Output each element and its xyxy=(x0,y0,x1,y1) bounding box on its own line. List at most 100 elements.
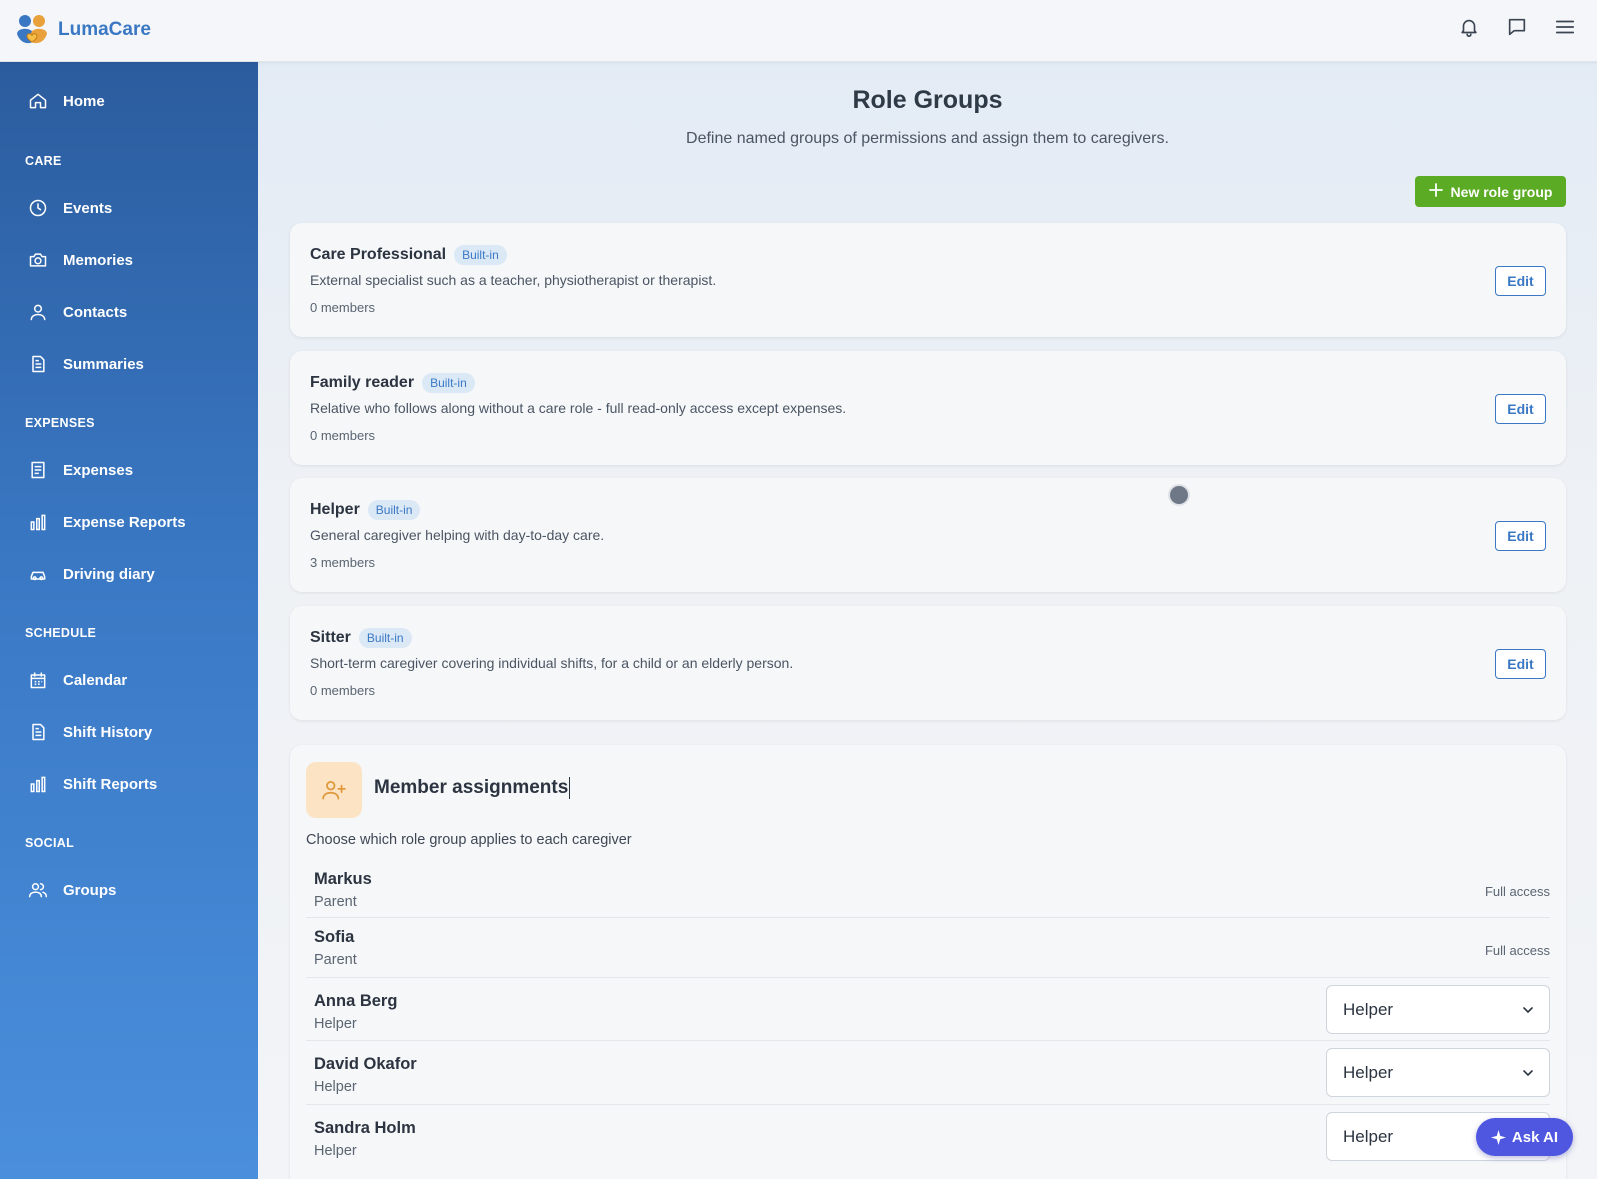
built-in-badge: Built-in xyxy=(358,628,412,648)
member-role: Helper xyxy=(314,1016,357,1032)
sidebar-item-label: Shift Reports xyxy=(63,775,158,793)
sidebar-item-label: Events xyxy=(63,199,113,217)
chat-icon[interactable] xyxy=(1505,15,1529,39)
sidebar-item-label: Shift History xyxy=(63,723,153,741)
edit-button[interactable]: Edit xyxy=(1495,266,1546,296)
sidebar-item-label: Expense Reports xyxy=(63,513,186,531)
page-title: Role Groups xyxy=(852,86,1003,114)
sidebar-item-label: Memories xyxy=(63,251,134,269)
sidebar-item-shift-history[interactable]: Shift History xyxy=(0,712,258,752)
member-assignments-title[interactable]: Member assignments xyxy=(374,777,571,799)
member-role: Helper xyxy=(314,1143,357,1159)
chevron-down-icon xyxy=(1523,1007,1533,1014)
ask-ai-button[interactable]: Ask AI xyxy=(1476,1118,1573,1156)
sidebar-item-label: Summaries xyxy=(63,355,144,373)
role-group-description: Short-term caregiver covering individual… xyxy=(310,655,794,671)
role-group-members: 0 members xyxy=(310,428,376,443)
role-group-select[interactable]: Helper xyxy=(1326,1048,1550,1097)
section-social: SOCIAL xyxy=(25,836,75,850)
users-icon xyxy=(27,879,49,901)
sidebar-item-summaries[interactable]: Summaries xyxy=(0,344,258,384)
sidebar-item-label: Calendar xyxy=(63,671,128,689)
sidebar-item-events[interactable]: Events xyxy=(0,188,258,228)
role-group-card: Care Professional Built-in External spec… xyxy=(290,223,1566,337)
built-in-badge: Built-in xyxy=(422,373,475,393)
sidebar-item-expense-reports[interactable]: Expense Reports xyxy=(0,502,258,542)
chevron-down-icon xyxy=(1523,1070,1533,1077)
sidebar-item-memories[interactable]: Memories xyxy=(0,240,258,280)
new-role-group-button[interactable]: New role group xyxy=(1415,176,1566,207)
sidebar-item-label: Groups xyxy=(63,881,117,899)
edit-button[interactable]: Edit xyxy=(1495,649,1546,679)
sidebar: Home CARE Events Memories Contacts Summa… xyxy=(0,62,258,1179)
role-group-members: 0 members xyxy=(310,683,376,698)
top-bar: LumaCare xyxy=(0,0,1597,62)
brand-name: LumaCare xyxy=(58,19,151,40)
calendar-icon xyxy=(27,669,49,691)
role-group-members: 3 members xyxy=(310,555,376,570)
receipt-icon xyxy=(27,459,49,481)
sidebar-item-contacts[interactable]: Contacts xyxy=(0,292,258,332)
bar-chart-icon xyxy=(27,511,49,533)
section-care: CARE xyxy=(25,154,62,168)
sidebar-item-home[interactable]: Home xyxy=(0,81,258,121)
role-group-card: Helper Built-in General caregiver helpin… xyxy=(290,478,1566,592)
brand[interactable]: LumaCare xyxy=(14,12,151,48)
member-assignments-subtitle: Choose which role group applies to each … xyxy=(306,832,632,848)
car-icon xyxy=(27,563,49,585)
member-name: David Okafor xyxy=(314,1055,417,1073)
logo-icon xyxy=(17,15,47,44)
sidebar-item-label: Home xyxy=(63,92,105,110)
role-group-name: Sitter xyxy=(310,629,351,646)
built-in-badge: Built-in xyxy=(367,500,421,520)
role-group-card: Family reader Built-in Relative who foll… xyxy=(290,351,1566,465)
user-plus-icon xyxy=(306,762,362,818)
member-row: Sandra Holm Helper Helper xyxy=(306,1105,1550,1169)
document-icon xyxy=(27,721,49,743)
bell-icon[interactable] xyxy=(1457,15,1481,39)
role-group-name: Care Professional xyxy=(310,246,447,263)
member-name: Anna Berg xyxy=(314,992,398,1010)
sidebar-item-label: Expenses xyxy=(63,461,134,479)
sidebar-item-driving-diary[interactable]: Driving diary xyxy=(0,554,258,594)
member-name: Markus xyxy=(314,870,372,888)
member-role: Helper xyxy=(314,1079,357,1095)
user-icon xyxy=(27,301,49,323)
select-value: Helper xyxy=(1343,999,1394,1019)
section-expenses: EXPENSES xyxy=(25,416,95,430)
document-icon xyxy=(27,353,49,375)
member-name: Sandra Holm xyxy=(314,1119,416,1137)
camera-icon xyxy=(27,249,49,271)
role-group-description: External specialist such as a teacher, p… xyxy=(310,272,717,288)
role-group-name: Family reader xyxy=(310,374,415,391)
sparkle-icon xyxy=(1490,1129,1506,1145)
mouse-cursor xyxy=(1168,484,1190,506)
sidebar-item-label: Driving diary xyxy=(63,565,155,583)
sidebar-item-label: Contacts xyxy=(63,303,128,321)
new-role-group-label: New role group xyxy=(1450,183,1553,200)
menu-icon[interactable] xyxy=(1553,15,1577,39)
member-row: Markus Parent Full access xyxy=(306,862,1550,918)
bar-chart-icon xyxy=(27,773,49,795)
sidebar-item-expenses[interactable]: Expenses xyxy=(0,450,258,490)
member-access: Full access xyxy=(1484,943,1550,958)
page-subtitle: Define named groups of permissions and a… xyxy=(686,130,1169,147)
sidebar-item-shift-reports[interactable]: Shift Reports xyxy=(0,764,258,804)
edit-button[interactable]: Edit xyxy=(1495,394,1546,424)
role-group-description: Relative who follows along without a car… xyxy=(310,400,847,416)
clock-icon xyxy=(27,197,49,219)
role-group-select[interactable]: Helper xyxy=(1326,985,1550,1034)
section-schedule: SCHEDULE xyxy=(25,626,97,640)
role-group-card: Sitter Built-in Short-term caregiver cov… xyxy=(290,606,1566,720)
member-name: Sofia xyxy=(314,928,355,946)
edit-button[interactable]: Edit xyxy=(1495,521,1546,551)
ask-ai-label: Ask AI xyxy=(1511,1128,1559,1146)
built-in-badge: Built-in xyxy=(454,245,507,265)
home-icon xyxy=(27,90,49,112)
member-row: David Okafor Helper Helper xyxy=(306,1041,1550,1105)
sidebar-item-calendar[interactable]: Calendar xyxy=(0,660,258,700)
sidebar-item-groups[interactable]: Groups xyxy=(0,870,258,910)
member-row: Sofia Parent Full access xyxy=(306,918,1550,978)
plus-icon xyxy=(1428,183,1443,200)
member-role: Parent xyxy=(314,894,357,910)
